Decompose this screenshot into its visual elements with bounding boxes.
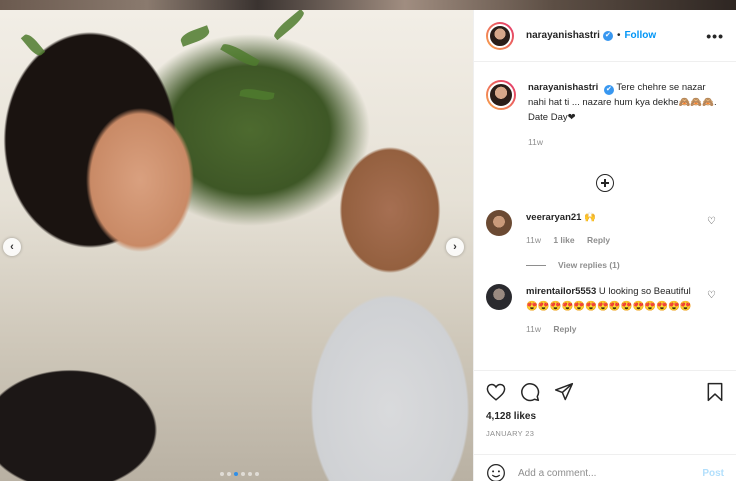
like-heart-icon[interactable]: [486, 383, 506, 401]
comment-icon[interactable]: [520, 382, 540, 402]
add-comment-bar: Post: [474, 454, 736, 481]
carousel-indicator: [220, 472, 259, 476]
caption-username[interactable]: narayanishastri: [528, 82, 598, 93]
author-username[interactable]: narayanishastri: [526, 30, 600, 41]
plant-leaf: [220, 40, 260, 70]
comment-reply-button[interactable]: Reply: [553, 324, 576, 334]
post-actions: 4,128 likes JANUARY 23: [474, 370, 736, 438]
post-date[interactable]: JANUARY 23: [486, 429, 724, 438]
bookmark-icon[interactable]: [706, 382, 724, 402]
view-replies-label: View replies (1): [558, 260, 620, 270]
comment-text: 🙌: [584, 212, 596, 223]
carousel-dot: [234, 472, 238, 476]
share-icon[interactable]: [554, 382, 574, 402]
previous-photo-button[interactable]: ‹: [3, 238, 21, 256]
more-options-icon[interactable]: •••: [706, 28, 724, 44]
author-avatar[interactable]: [486, 21, 514, 50]
comment-like-heart-icon[interactable]: ♡: [707, 216, 716, 227]
carousel-dot: [241, 472, 245, 476]
next-photo-button[interactable]: ›: [446, 238, 464, 256]
background-strip: [0, 0, 736, 10]
carousel-dot: [248, 472, 252, 476]
comment-like-count[interactable]: 1 like: [553, 235, 574, 245]
follow-button[interactable]: Follow: [624, 30, 656, 41]
post-header: narayanishastri ✔ • Follow •••: [474, 10, 736, 62]
comment-reply-button[interactable]: Reply: [587, 235, 610, 245]
plant-leaf: [178, 25, 212, 47]
plant-leaf: [271, 10, 307, 41]
caption: narayanishastri ✔ Tere chehre se nazar n…: [486, 80, 724, 150]
separator-dot: •: [616, 30, 621, 41]
caption-timestamp[interactable]: 11w: [528, 135, 724, 150]
commenter-avatar[interactable]: [486, 210, 512, 236]
plant-leaf: [20, 31, 46, 59]
comment-item: veeraryan21 🙌 11w 1 like Reply ♡: [486, 210, 724, 248]
post-sidebar: narayanishastri ✔ • Follow ••• narayanis…: [473, 10, 736, 481]
carousel-dot: [220, 472, 224, 476]
comment-item: mirentailor5553 U looking so Beautiful 😍…: [486, 284, 724, 337]
post-photo[interactable]: ‹ ›: [0, 10, 473, 481]
replies-line: [526, 264, 546, 266]
verified-badge-icon: ✔: [602, 30, 613, 41]
comment-username[interactable]: mirentailor5553: [526, 286, 596, 297]
emoji-icon[interactable]: [486, 463, 506, 481]
comments-list[interactable]: narayanishastri ✔ Tere chehre se nazar n…: [474, 62, 736, 370]
like-count[interactable]: 4,128 likes: [486, 411, 724, 422]
carousel-dot: [227, 472, 231, 476]
comment-like-heart-icon[interactable]: ♡: [707, 290, 716, 301]
verified-badge-icon: ✔: [603, 85, 614, 95]
comment-input[interactable]: [518, 467, 688, 479]
comment-timestamp[interactable]: 11w: [526, 235, 541, 245]
comment-timestamp[interactable]: 11w: [526, 324, 541, 334]
caption-author-avatar[interactable]: [486, 80, 516, 110]
view-replies-button[interactable]: View replies (1): [526, 260, 724, 270]
plant-leaf: [239, 87, 275, 102]
carousel-dot: [255, 472, 259, 476]
comment-username[interactable]: veeraryan21: [526, 212, 581, 223]
post-comment-button[interactable]: Post: [702, 468, 724, 479]
load-more-comments-icon[interactable]: [596, 174, 614, 192]
commenter-avatar[interactable]: [486, 284, 512, 310]
